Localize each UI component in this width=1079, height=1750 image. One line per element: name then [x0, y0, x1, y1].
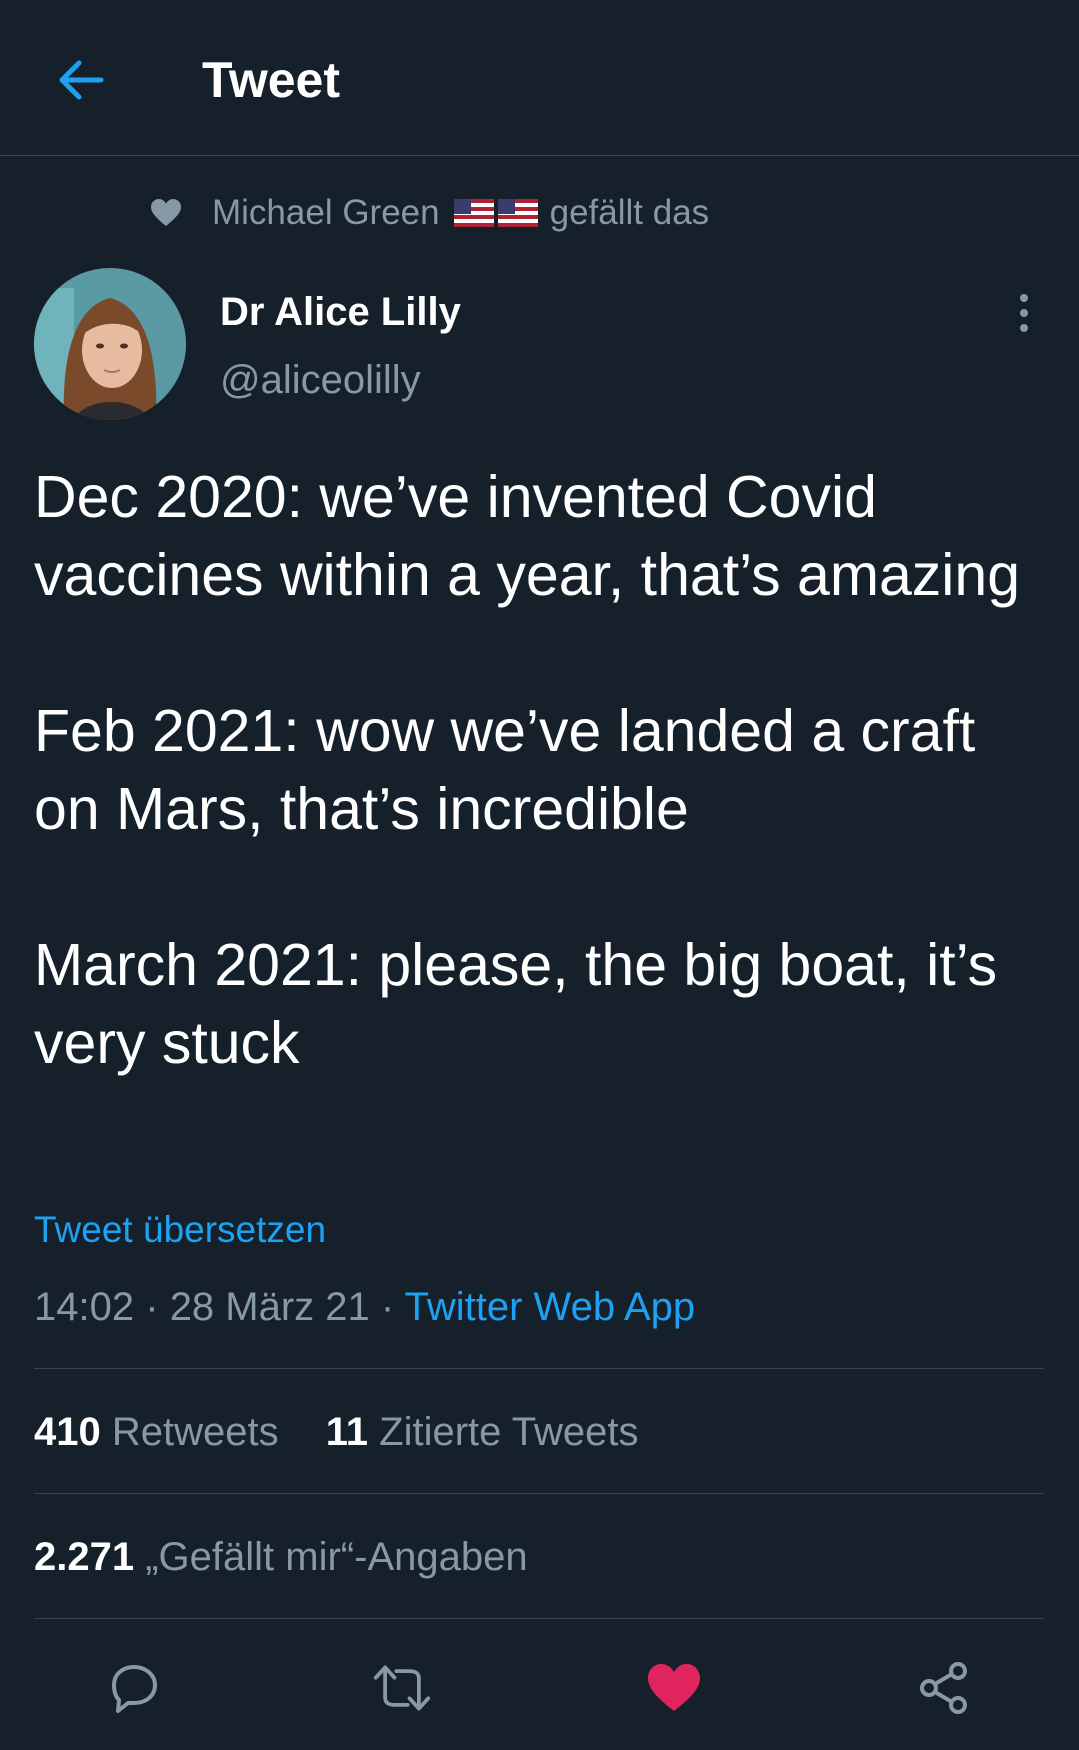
- quotes-label: Zitierte Tweets: [379, 1410, 639, 1454]
- likes-stat[interactable]: 2.271 „Gefällt mir“-Angaben: [34, 1535, 528, 1579]
- divider: [34, 1493, 1044, 1494]
- meta-separator: ·: [145, 1285, 159, 1329]
- share-button[interactable]: [914, 1658, 974, 1718]
- like-button[interactable]: [644, 1658, 704, 1718]
- retweets-stat[interactable]: 410 Retweets: [34, 1410, 279, 1454]
- heart-icon: [150, 198, 182, 228]
- retweets-count: 410: [34, 1410, 101, 1454]
- divider: [34, 1368, 1044, 1369]
- tweet-date: 28 März 21: [169, 1285, 370, 1329]
- page-title: Tweet: [202, 52, 340, 108]
- retweets-label: Retweets: [111, 1410, 279, 1454]
- heart-filled-icon: [648, 1664, 700, 1711]
- quotes-count: 11: [325, 1410, 369, 1454]
- reply-button[interactable]: [104, 1658, 164, 1718]
- tweet-time: 14:02: [34, 1285, 135, 1329]
- likes-count: 2.271: [34, 1535, 135, 1579]
- meta-separator: ·: [380, 1285, 395, 1329]
- share-icon: [920, 1662, 967, 1714]
- more-options-button[interactable]: [1006, 290, 1042, 336]
- top-bar: Tweet: [0, 0, 1079, 156]
- retweet-stats-row: 410 Retweets 11 Zitierte Tweets: [34, 1407, 675, 1457]
- author-name[interactable]: Dr Alice Lilly: [220, 288, 461, 336]
- likes-label: „Gefällt mir“-Angaben: [145, 1535, 528, 1579]
- more-vertical-icon: [1020, 294, 1028, 332]
- author-handle[interactable]: @aliceolilly: [220, 356, 421, 404]
- likes-stats-row: 2.271 „Gefällt mir“-Angaben: [34, 1532, 564, 1582]
- tweet-text: Dec 2020: we’ve invented Covid vaccines …: [34, 464, 1021, 1076]
- tweet-meta: 14:02 · 28 März 21 · Twitter Web App: [34, 1282, 695, 1332]
- avatar[interactable]: [34, 268, 186, 420]
- social-context-suffix: gefällt das: [549, 193, 710, 232]
- divider: [34, 1618, 1044, 1619]
- retweet-icon: [373, 1665, 431, 1711]
- liker-name: Michael Green: [212, 193, 440, 232]
- us-flag-icon: [452, 199, 540, 227]
- reply-icon: [112, 1665, 157, 1713]
- tweet-source-link[interactable]: Twitter Web App: [405, 1285, 696, 1329]
- social-context[interactable]: Michael Green gefällt das: [150, 188, 709, 238]
- arrow-left-icon: [59, 60, 104, 100]
- quote-tweets-stat[interactable]: 11 Zitierte Tweets: [326, 1410, 639, 1454]
- retweet-button[interactable]: [372, 1658, 432, 1718]
- translate-tweet-link[interactable]: Tweet übersetzen: [34, 1206, 326, 1254]
- action-bar: [0, 1640, 1079, 1730]
- back-button[interactable]: [48, 48, 112, 112]
